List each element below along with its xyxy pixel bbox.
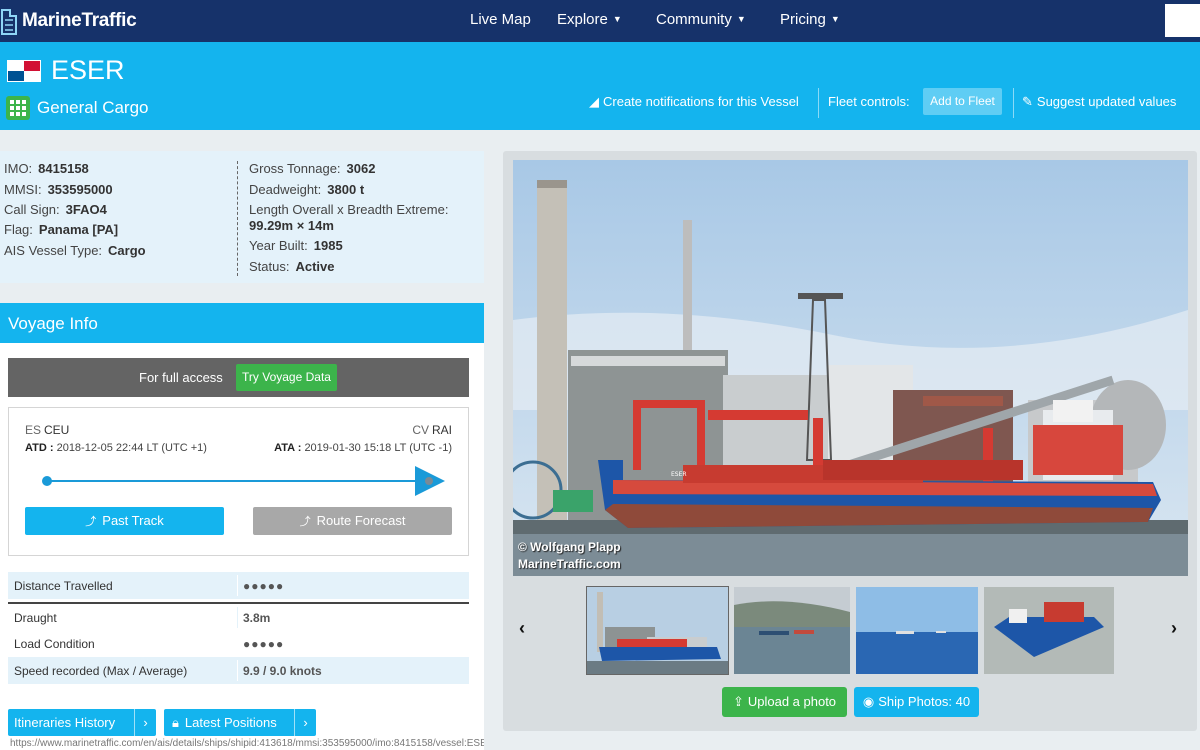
nav-live-map[interactable]: Live Map	[470, 11, 531, 28]
voyage-info-title: Voyage Info	[0, 303, 484, 343]
destination-port[interactable]: CV RAI	[412, 423, 452, 437]
origin-port[interactable]: ES CEU	[25, 423, 69, 437]
table-row: Speed recorded (Max / Average) 9.9 / 9.0 …	[8, 657, 469, 684]
status-url: https://www.marinetraffic.com/en/ais/det…	[0, 738, 484, 750]
logo[interactable]: MarineTraffic	[0, 6, 137, 36]
try-voyage-data-button[interactable]: Try Voyage Data	[236, 364, 337, 391]
latest-positions-button[interactable]: 🔒︎ Latest Positions ›	[164, 709, 316, 736]
lock-icon: 🔒︎	[172, 715, 179, 730]
vessel-header	[0, 42, 1200, 130]
photo-thumbnail-4[interactable]	[984, 587, 1114, 674]
nav-pricing-label: Pricing	[780, 11, 826, 28]
gross-tonnage-row: Gross Tonnage: 3062	[249, 161, 376, 176]
notifications-label: Create notifications for this Vessel	[603, 94, 799, 109]
table-row: Draught 3.8m	[8, 602, 469, 630]
top-navbar: MarineTraffic Live Map Explore ▼ Communit…	[0, 0, 1200, 42]
callsign-row: Call Sign: 3FAO4	[4, 202, 107, 217]
table-row: Load Condition ●●●●●	[14, 637, 285, 651]
chevron-down-icon: ▼	[830, 14, 840, 24]
atd-time: ATD : 2018-12-05 22:44 LT (UTC +1)	[25, 442, 207, 454]
create-notifications-link[interactable]: ◢ Create notifications for this Vessel	[589, 94, 799, 110]
year-built-value: 1985	[313, 238, 343, 253]
nav-live-map-label: Live Map	[470, 11, 531, 28]
camera-icon: ◉	[862, 694, 875, 709]
account-button[interactable]	[1165, 4, 1200, 37]
year-built-row: Year Built: 1985	[249, 238, 343, 253]
origin-dot	[42, 476, 52, 486]
nav-pricing[interactable]: Pricing ▼	[780, 11, 840, 28]
gross-tonnage-value: 3062	[346, 161, 376, 176]
mmsi-value: 353595000	[47, 182, 113, 197]
vessel-particulars: IMO: 8415158 MMSI: 353595000 Call Sign: 3FA…	[0, 151, 484, 283]
track-icon: ⤴	[85, 516, 97, 528]
flag-value: Panama [PA]	[38, 222, 119, 237]
voyage-info-panel: Voyage Info For full access Try Voyage D…	[0, 303, 484, 750]
megaphone-icon: ◢	[589, 94, 599, 109]
flag-red-quarter	[24, 61, 40, 71]
route-forecast-button[interactable]: ⤴ Route Forecast	[253, 507, 452, 535]
nav-explore[interactable]: Explore ▼	[557, 11, 622, 28]
nav-community[interactable]: Community ▼	[656, 11, 746, 28]
vessel-type: General Cargo	[37, 98, 149, 117]
ship-photo-image: ESER	[513, 160, 1188, 576]
callsign-value: 3FAO4	[65, 202, 107, 217]
deadweight-value: 3800 t	[327, 182, 365, 197]
length-breadth-value: 99.29m × 14m	[249, 218, 334, 233]
add-to-fleet-button[interactable]: Add to Fleet	[923, 88, 1002, 115]
length-breadth-label: Length Overall x Breadth Extreme:	[249, 202, 449, 217]
ship-logo-icon	[0, 6, 18, 36]
flag-row: Flag: Panama [PA]	[4, 222, 119, 237]
status-row: Status: Active	[249, 259, 335, 274]
ata-time: ATA : 2019-01-30 15:18 LT (UTC -1)	[274, 442, 452, 454]
photo-panel: ESER © Wolfgang Plapp MarineTraffic.com …	[503, 151, 1197, 731]
upload-photo-button[interactable]: ⇪ Upload a photo	[722, 687, 847, 717]
route-icon: ⤴	[299, 516, 311, 528]
ais-type-row: AIS Vessel Type: Cargo	[4, 243, 146, 258]
svg-text:ESER: ESER	[671, 471, 687, 478]
ais-type-value: Cargo	[108, 243, 146, 258]
imo-row: IMO: 8415158	[4, 161, 89, 176]
full-access-text: For full access	[139, 370, 223, 385]
voyage-route-box: ES CEU CV RAI ATD : 2018-12-05 22:44 LT (U…	[8, 407, 469, 556]
imo-value: 8415158	[38, 161, 89, 176]
pencil-icon: ✎	[1022, 94, 1033, 109]
deadweight-row: Deadweight: 3800 t	[249, 182, 365, 197]
ship-photos-button[interactable]: ◉ Ship Photos: 40	[854, 687, 979, 717]
photo-credit: © Wolfgang Plapp	[518, 540, 621, 554]
photo-watermark: MarineTraffic.com	[518, 557, 621, 571]
suggest-label: Suggest updated values	[1036, 94, 1177, 109]
nav-community-label: Community	[656, 11, 732, 28]
chevron-right-icon[interactable]: ›	[1171, 618, 1177, 639]
chevron-left-icon[interactable]: ‹	[519, 618, 525, 639]
nav-explore-label: Explore	[557, 11, 608, 28]
suggest-values-link[interactable]: ✎ Suggest updated values	[1022, 94, 1176, 110]
flag-blue-quarter	[8, 71, 24, 81]
photo-thumbnail-1[interactable]	[586, 586, 729, 675]
voyage-stats-table: Distance Travelled ●●●●● Draught 3.8m Load…	[8, 572, 469, 684]
chevron-down-icon: ▼	[612, 14, 622, 24]
full-access-banner: For full access Try Voyage Data	[8, 358, 469, 397]
panama-flag-icon	[7, 60, 41, 82]
upload-icon: ⇪	[732, 694, 744, 709]
voyage-progress-line	[47, 480, 433, 482]
chevron-down-icon: ▼	[736, 14, 746, 24]
chevron-right-icon: ›	[134, 709, 156, 736]
itineraries-history-button[interactable]: Itineraries History ›	[8, 709, 156, 736]
mmsi-row: MMSI: 353595000	[4, 182, 113, 197]
status-value: Active	[295, 259, 335, 274]
photo-thumbnail-3[interactable]	[856, 587, 978, 674]
vessel-position-dot	[425, 477, 433, 485]
cargo-type-icon	[6, 96, 30, 120]
table-row: Distance Travelled ●●●●●	[8, 572, 469, 599]
photo-thumbnail-2[interactable]	[734, 587, 850, 674]
vessel-name: ESER	[51, 55, 125, 85]
chevron-right-icon: ›	[294, 709, 316, 736]
logo-text: MarineTraffic	[22, 10, 137, 31]
vessel-main-photo[interactable]: ESER © Wolfgang Plapp MarineTraffic.com	[513, 160, 1188, 576]
fleet-controls-label: Fleet controls:	[828, 94, 910, 109]
past-track-button[interactable]: ⤴ Past Track	[25, 507, 224, 535]
